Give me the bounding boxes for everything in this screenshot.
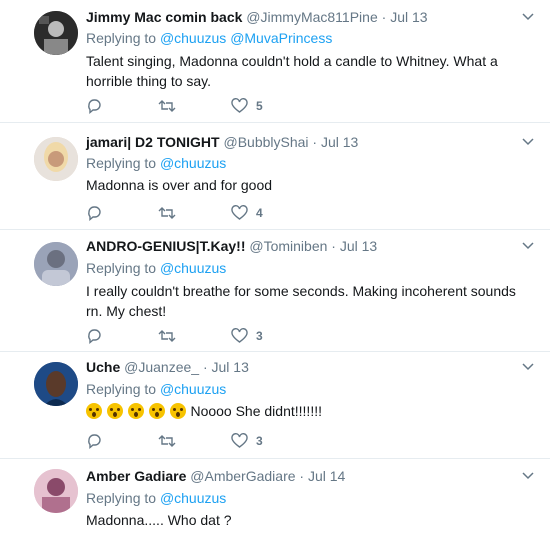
avatar[interactable]	[34, 242, 78, 286]
separator-dot: ·	[299, 468, 305, 484]
tweet-header: Jimmy Mac comin back @JimmyMac811Pine · …	[86, 7, 428, 27]
tweet-actions: 4	[86, 204, 386, 222]
reply-button[interactable]	[86, 204, 102, 222]
replying-to: Replying to @chuuzus	[86, 258, 226, 278]
chevron-down-icon[interactable]	[522, 137, 534, 147]
tweet-text-body: Noooo She didnt!!!!!!!	[190, 403, 322, 419]
reply-button[interactable]	[86, 327, 102, 345]
tweet-header: ANDRO-GENIUS|T.Kay!! @Tominiben · Jul 13	[86, 236, 377, 256]
display-name[interactable]: jamari| D2 TONIGHT	[86, 134, 220, 150]
tweet: Jimmy Mac comin back @JimmyMac811Pine · …	[0, 0, 550, 123]
mention-link[interactable]: @chuuzus	[160, 490, 226, 506]
tweet-text: Talent singing, Madonna couldn't hold a …	[86, 53, 498, 89]
timestamp[interactable]: Jul 13	[321, 134, 358, 150]
replying-prefix: Replying to	[86, 30, 157, 46]
replying-to: Replying to @chuuzus	[86, 379, 226, 399]
user-handle[interactable]: @Juanzee_	[124, 359, 199, 375]
replying-prefix: Replying to	[86, 260, 157, 276]
replying-prefix: Replying to	[86, 490, 157, 506]
replying-prefix: Replying to	[86, 155, 157, 171]
tweet-actions: 5	[86, 97, 386, 115]
mention-link[interactable]: @chuuzus	[160, 381, 226, 397]
user-handle[interactable]: @JimmyMac811Pine	[246, 9, 377, 25]
tweet-header: Amber Gadiare @AmberGadiare · Jul 14	[86, 466, 345, 486]
replying-to: Replying to @chuuzus	[86, 488, 226, 508]
avatar[interactable]	[34, 469, 78, 513]
retweet-icon	[158, 100, 176, 112]
reply-icon	[88, 206, 101, 221]
display-name[interactable]: Uche	[86, 359, 120, 375]
separator-dot: ·	[381, 9, 387, 25]
heart-icon	[231, 98, 248, 113]
display-name[interactable]: Jimmy Mac comin back	[86, 9, 242, 25]
timestamp[interactable]: Jul 14	[308, 468, 345, 484]
separator-dot: ·	[312, 134, 318, 150]
tweet-actions: 3	[86, 327, 386, 345]
retweet-icon	[158, 207, 176, 219]
astonished-emoji-icon	[86, 403, 102, 419]
avatar[interactable]	[34, 137, 78, 181]
tweet-text: Madonna..... Who dat ?	[86, 512, 232, 528]
astonished-emoji-icon	[127, 403, 144, 419]
like-count: 3	[256, 329, 263, 343]
timestamp[interactable]: Jul 13	[390, 9, 427, 25]
timestamp[interactable]: Jul 13	[212, 359, 249, 375]
retweet-button[interactable]	[158, 327, 176, 345]
heart-icon	[231, 328, 248, 343]
chevron-down-icon[interactable]	[522, 471, 534, 481]
reply-icon	[88, 329, 101, 344]
user-handle[interactable]: @AmberGadiare	[190, 468, 295, 484]
heart-icon	[231, 433, 248, 448]
reply-icon	[88, 434, 101, 449]
like-button[interactable]: 3	[231, 327, 263, 345]
retweet-button[interactable]	[158, 204, 176, 222]
user-handle[interactable]: @BubblyShai	[223, 134, 308, 150]
reply-icon	[88, 99, 101, 114]
like-count: 4	[256, 206, 263, 220]
mention-link[interactable]: @chuuzus	[160, 30, 226, 46]
like-button[interactable]: 4	[231, 204, 263, 222]
chevron-down-icon[interactable]	[522, 241, 534, 251]
astonished-emoji-icon	[106, 403, 123, 419]
like-button[interactable]: 5	[231, 97, 263, 115]
avatar[interactable]	[34, 11, 78, 55]
retweet-icon	[158, 435, 176, 447]
tweet: ANDRO-GENIUS|T.Kay!! @Tominiben · Jul 13…	[0, 230, 550, 352]
tweet-actions: 3	[86, 432, 386, 450]
replying-to: Replying to @chuuzus @MuvaPrincess	[86, 28, 332, 48]
like-count: 3	[256, 434, 263, 448]
astonished-emoji-icon	[169, 403, 186, 419]
tweet-text: I really couldn't breathe for some secon…	[86, 283, 516, 319]
mention-link[interactable]: @chuuzus	[160, 260, 226, 276]
tweet: Amber Gadiare @AmberGadiare · Jul 14 Rep…	[0, 459, 550, 535]
like-button[interactable]: 3	[231, 432, 263, 450]
tweet-header: jamari| D2 TONIGHT @BubblyShai · Jul 13	[86, 132, 358, 152]
tweet: jamari| D2 TONIGHT @BubblyShai · Jul 13 …	[0, 123, 550, 230]
retweet-icon	[158, 330, 176, 342]
replying-prefix: Replying to	[86, 381, 157, 397]
display-name[interactable]: Amber Gadiare	[86, 468, 186, 484]
mention-link[interactable]: @chuuzus	[160, 155, 226, 171]
reply-button[interactable]	[86, 432, 102, 450]
separator-dot: ·	[331, 238, 336, 254]
tweet-header: Uche @Juanzee_ · Jul 13	[86, 357, 249, 377]
chevron-down-icon[interactable]	[522, 12, 534, 22]
astonished-emoji-icon	[148, 403, 165, 419]
heart-icon	[231, 205, 248, 220]
avatar[interactable]	[34, 362, 78, 406]
display-name[interactable]: ANDRO-GENIUS|T.Kay!!	[86, 238, 245, 254]
tweet-text: Noooo She didnt!!!!!!!	[86, 401, 526, 421]
mention-link[interactable]: @MuvaPrincess	[230, 30, 332, 46]
timestamp[interactable]: Jul 13	[340, 238, 377, 254]
chevron-down-icon[interactable]	[522, 362, 534, 372]
tweet: Uche @Juanzee_ · Jul 13 Replying to @chu…	[0, 352, 550, 459]
tweet-text: Madonna is over and for good	[86, 177, 273, 193]
separator-dot: ·	[202, 359, 208, 375]
retweet-button[interactable]	[158, 432, 176, 450]
replying-to: Replying to @chuuzus	[86, 153, 226, 173]
reply-button[interactable]	[86, 97, 102, 115]
like-count: 5	[256, 99, 263, 113]
user-handle[interactable]: @Tominiben	[249, 238, 327, 254]
retweet-button[interactable]	[158, 97, 176, 115]
